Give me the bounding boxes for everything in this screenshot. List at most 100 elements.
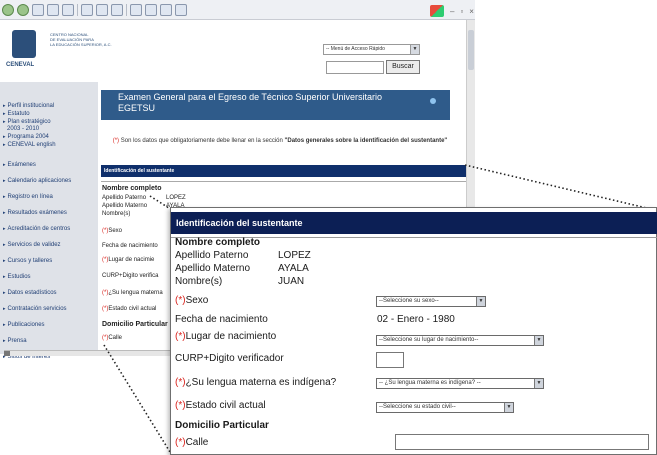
field-estado: (*)Estado civil actual (102, 306, 156, 313)
sexo-select-value: --Seleccione su sexo-- (379, 298, 439, 304)
field-apellido-paterno: Apellido Paterno (102, 195, 147, 201)
calle-input[interactable] (395, 434, 649, 450)
home-icon[interactable] (62, 3, 74, 16)
sidebar-item-cursos[interactable]: Cursos y talleres (3, 258, 53, 265)
search-icon[interactable] (81, 3, 93, 16)
zoom-fecha-label: Fecha de nacimiento (175, 314, 268, 325)
chevron-down-icon[interactable]: ▼ (534, 336, 543, 345)
refresh-icon[interactable] (47, 3, 59, 16)
sidebar-item-plan-sub: 2003 - 2010 (7, 126, 40, 132)
zoom-nombres-value: JUAN (278, 276, 305, 287)
sidebar-item-contratacion[interactable]: Contratación servicios (3, 306, 67, 313)
zoom-nombres-label: Nombre(s) (175, 276, 223, 287)
forward-icon[interactable] (17, 3, 29, 16)
estado-select[interactable]: --Seleccione su estado civil-- ▼ (376, 402, 514, 413)
zoom-nombre-completo: Nombre completo (175, 237, 261, 248)
close-icon[interactable]: × (469, 7, 474, 16)
sidebar-item-programa[interactable]: Programa 2004 (3, 134, 49, 141)
messenger-icon[interactable] (175, 3, 187, 16)
org-name-line: la Educación Superior, A.C. (50, 42, 112, 47)
edit-icon[interactable] (160, 3, 172, 16)
sidebar-item-prensa[interactable]: Prensa (3, 338, 27, 345)
ceneval-logo-icon[interactable] (12, 30, 36, 58)
zoom-calle-label: (*)Calle (175, 437, 208, 449)
required-marker: (*) (175, 331, 186, 342)
zoom-section-bar: Identificación del sustentante (171, 212, 657, 234)
notice-bold: "Datos generales sobre la identificación… (284, 138, 448, 144)
toolbar-separator (77, 3, 78, 16)
notice-text: Son los datos que obligatoriamente debe … (119, 138, 285, 144)
zoom-sexo-text: Sexo (185, 295, 209, 306)
zoom-calle-text: Calle (185, 437, 209, 448)
sidebar-item-examenes[interactable]: Exámenes (3, 162, 36, 169)
zoom-apellido-materno-label: Apellido Materno (175, 263, 251, 274)
zoom-lugar-label: (*)Lugar de nacimiento (175, 331, 276, 343)
field-sexo: (*)Sexo (102, 228, 122, 235)
zoom-lengua-text: ¿Su lengua materna es indígena? (185, 377, 337, 388)
chevron-down-icon[interactable]: ▼ (504, 403, 513, 412)
quick-access-menu[interactable]: -- Menú de Acceso Rápido ▼ (323, 44, 420, 55)
maximize-icon[interactable]: ▫ (460, 7, 463, 16)
lengua-select[interactable]: -- ¿Su lengua materna es indígena? -- ▼ (376, 378, 544, 389)
field-domicilio: Domicilio Particular (102, 321, 168, 328)
field-apellido-materno: Apellido Materno (102, 203, 148, 209)
sidebar-item-registro[interactable]: Registro en línea (3, 194, 53, 201)
scrollbar-thumb[interactable] (468, 30, 474, 70)
zoom-estado-label: (*)Estado civil actual (175, 400, 266, 412)
zoom-estado-text: Estado civil actual (185, 400, 266, 411)
zoom-lengua-label: (*)¿Su lengua materna es indígena? (175, 377, 336, 389)
back-icon[interactable] (2, 3, 14, 16)
field-fecha: Fecha de nacimiento (102, 243, 158, 249)
sidebar-item-estadisticos[interactable]: Datos estadísticos (3, 290, 57, 297)
sidebar-item-publicaciones[interactable]: Publicaciones (3, 322, 45, 329)
zoom-sexo-label: (*)Sexo (175, 295, 208, 307)
field-calle: (*)Calle (102, 335, 122, 342)
sexo-select[interactable]: --Seleccione su sexo-- ▼ (376, 296, 486, 307)
sidebar-item-perfil[interactable]: Perfil institucional (3, 103, 55, 110)
mail-icon[interactable] (130, 3, 142, 16)
favorites-icon[interactable] (96, 3, 108, 16)
chevron-down-icon[interactable]: ▼ (534, 379, 543, 388)
history-icon[interactable] (111, 3, 123, 16)
exam-title-line2: EGETSU (118, 103, 156, 113)
section-bar-underline (101, 177, 466, 182)
sidebar-item-calendario[interactable]: Calendario aplicaciones (3, 178, 72, 185)
field-lugar-label: Lugar de nacimie (108, 257, 155, 263)
field-nombres: Nombre(s) (102, 211, 131, 217)
field-lengua: (*)¿Su lengua materna (102, 290, 163, 297)
sidebar-item-validez[interactable]: Servicios de validez (3, 242, 61, 249)
org-name: Centro Nacional de Evaluación para la Ed… (50, 32, 170, 47)
curp-input[interactable] (376, 352, 404, 368)
zoom-apellido-materno-value: AYALA (278, 263, 309, 274)
exam-title-line1: Examen General para el Egreso de Técnico… (118, 92, 382, 102)
required-marker: (*) (175, 295, 186, 306)
sidebar-item-english[interactable]: CENEVAL english (3, 142, 56, 149)
chevron-down-icon[interactable]: ▼ (410, 45, 419, 54)
search-input[interactable] (326, 61, 384, 74)
zoom-lugar-text: Lugar de nacimiento (185, 331, 277, 342)
sidebar-item-estudios[interactable]: Estudios (3, 274, 31, 281)
search-button[interactable]: Buscar (386, 60, 420, 74)
field-lugar: (*)Lugar de nacimie (102, 257, 154, 264)
sidebar-item-resultados[interactable]: Resultados exámenes (3, 210, 67, 217)
chevron-down-icon[interactable]: ▼ (476, 297, 485, 306)
minimize-icon[interactable]: – (450, 7, 454, 16)
print-icon[interactable] (145, 3, 157, 16)
sidebar-item-plan[interactable]: Plan estratégico (3, 119, 51, 126)
screenshot-root: – ▫ × CENEVAL Centro Nacional de Evaluac… (0, 0, 657, 455)
field-calle-label: Calle (108, 335, 123, 341)
required-notice: (*) Son los datos que obligatoriamente d… (110, 138, 450, 145)
section-bar: Identificación del sustentante (101, 165, 466, 177)
estado-select-value: --Seleccione su estado civil-- (379, 404, 456, 410)
sidebar-item-acreditacion[interactable]: Acreditación de centros (3, 226, 71, 233)
sidebar-item-estatuto[interactable]: Estatuto (3, 111, 30, 118)
lugar-select-value: --Seleccione su lugar de nacimiento-- (379, 337, 479, 343)
stop-icon[interactable] (32, 3, 44, 16)
lugar-select[interactable]: --Seleccione su lugar de nacimiento-- ▼ (376, 335, 544, 346)
scrollbar-thumb[interactable] (4, 351, 10, 356)
field-curp: CURP+Digito verifica (102, 273, 159, 279)
required-marker: (*) (175, 377, 186, 388)
field-nombre-completo: Nombre completo (102, 185, 162, 192)
zoom-domicilio-label: Domicilio Particular (175, 420, 269, 431)
callout-line-top (464, 164, 656, 211)
